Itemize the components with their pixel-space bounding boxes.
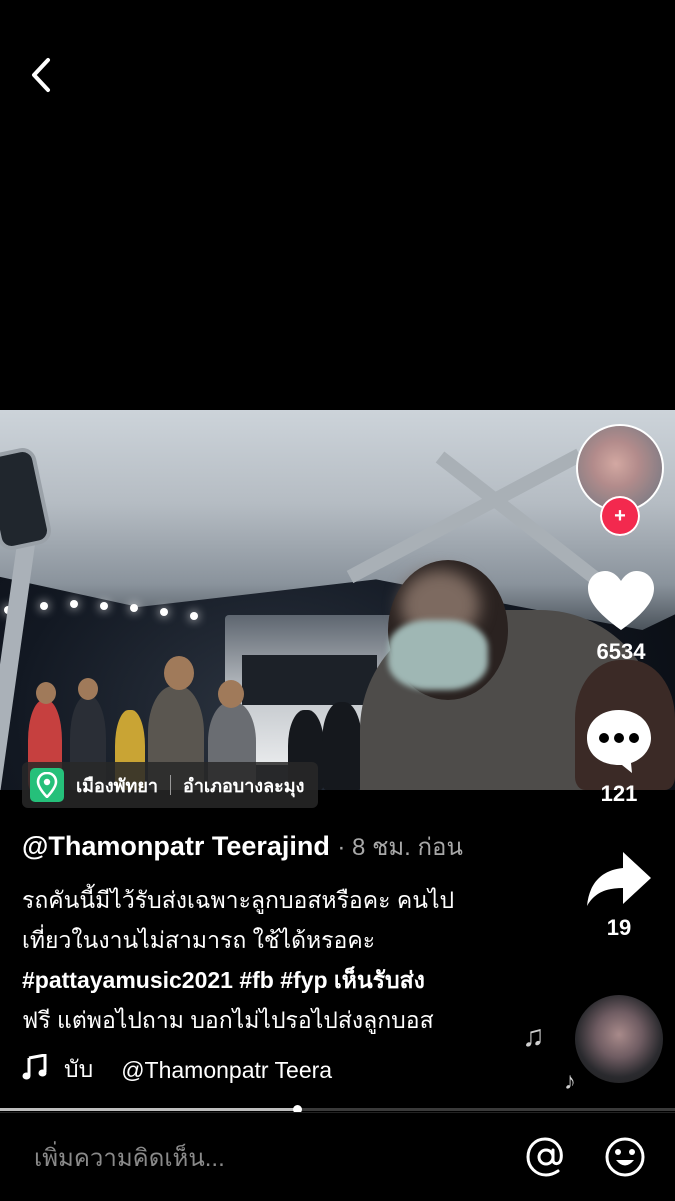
bystander-head [218,680,244,708]
location-divider [170,775,172,795]
follow-button[interactable]: + [600,496,640,536]
music-note-icon: ♫ [522,1020,545,1053]
post-time: · 8 ชม. ก่อน [337,834,463,861]
music-note-icon: ♪ [564,1068,576,1095]
bystander-head [164,656,194,690]
author-line: @Thamonpatr Teerajind · 8 ชม. ก่อน [22,827,463,866]
author-handle[interactable]: @Thamonpatr Teerajind [22,831,330,861]
description-line: เที่ยวในงานไม่สามารถ ใช้ได้หรอคะ [22,927,376,953]
at-icon [526,1137,563,1177]
description-line: รถคันนี้มีไว้รับส่งเฉพาะลูกบอสหรือคะ คนไ… [22,887,455,913]
location-place: เมืองพัทยา [76,775,159,796]
back-button[interactable] [22,52,62,98]
comment-bar [0,1112,675,1201]
video-description: รถคันนี้มีไว้รับส่งเฉพาะลูกบอสหรือคะ คนไ… [22,880,522,1040]
sound-title: บับ [64,1056,94,1082]
comment-input[interactable] [32,1141,486,1177]
sound-artist: @Thamonpatr Teera [121,1056,333,1083]
music-disc-button[interactable] [575,995,663,1083]
location-district: อำเภอบางละมุง [183,775,305,796]
comment-bubble-icon [587,710,651,773]
cart-roof [0,410,675,630]
comment-count: 121 [600,781,638,806]
description-line: ฟรี แต่พอไปถาม บอกไม่ไปรอไปส่งลูกบอส [22,1007,434,1033]
comment-button[interactable]: 121 [574,708,664,807]
like-button[interactable]: 6534 [576,570,666,665]
share-button[interactable]: 19 [574,850,664,941]
bystander-head [78,678,98,700]
like-count: 6534 [596,639,646,664]
bystander [322,702,362,790]
progress-fill [0,1108,297,1111]
mention-button[interactable] [524,1135,568,1179]
chevron-left-icon [32,58,50,92]
playback-progress[interactable] [0,1105,675,1114]
truck-windshield [242,655,377,705]
heart-icon [588,571,654,630]
emoji-icon [605,1137,645,1177]
description-line-rest: เห็นรับส่ง [327,967,425,993]
sound-info[interactable]: บับ @Thamonpatr Teera [22,1052,372,1088]
emoji-button[interactable] [603,1135,647,1179]
string-lights [0,600,260,620]
location-pin-icon [30,768,64,802]
location-tag[interactable]: เมืองพัทยา อำเภอบางละมุง [22,762,319,808]
bystander-head [36,682,56,704]
plus-icon: + [614,504,626,527]
share-arrow-icon [587,852,651,906]
hashtags[interactable]: #pattayamusic2021 #fb #fyp [22,967,328,993]
share-count: 19 [606,915,632,940]
face-mask [388,620,488,690]
description-line: #pattayamusic2021 #fb #fyp เห็นรับส่ง [22,960,522,1000]
author-avatar-button[interactable]: + [576,424,664,536]
music-note-icon [22,1053,50,1086]
